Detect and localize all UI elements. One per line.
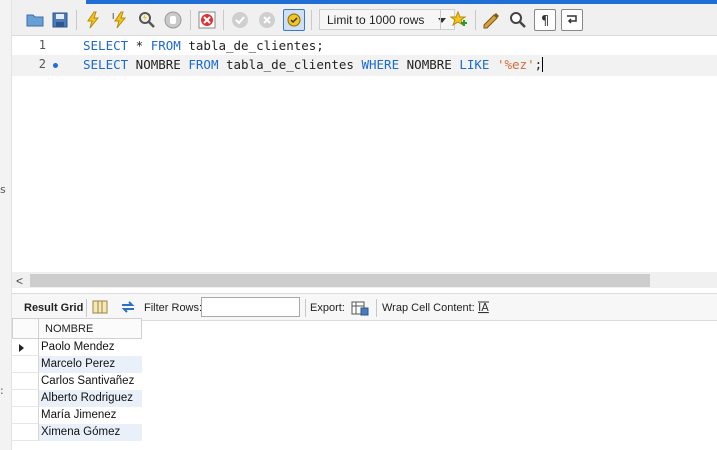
table-cell[interactable]: Paolo Mendez	[39, 339, 142, 356]
text-cursor	[542, 57, 544, 72]
result-grid-tab[interactable]: Result Grid	[24, 302, 83, 314]
svg-text:IA: IA	[478, 301, 489, 314]
string-literal: '%ez'	[496, 57, 535, 72]
current-row-pointer-icon	[19, 344, 24, 352]
line-number: 1	[38, 38, 46, 52]
row-header[interactable]	[12, 390, 39, 407]
statement-marker-icon	[53, 63, 58, 68]
explain-icon[interactable]	[136, 9, 158, 31]
row-header[interactable]	[12, 356, 39, 373]
grid-header-row: NOMBRE	[12, 318, 142, 339]
rollback-icon[interactable]	[256, 9, 278, 31]
export-label: Export:	[310, 302, 345, 314]
query-toolbar: I Limit to 1000 rows ¶	[12, 0, 717, 36]
editor-horizontal-scrollbar[interactable]: <	[12, 272, 717, 288]
find-icon[interactable]	[507, 9, 529, 31]
toolbar-separator	[86, 299, 87, 317]
table-cell[interactable]: María Jimenez	[39, 407, 142, 424]
execute-current-icon[interactable]: I	[109, 9, 131, 31]
keyword: FROM	[188, 57, 219, 72]
chevron-left-icon[interactable]: <	[16, 274, 23, 288]
commit-icon[interactable]	[229, 9, 251, 31]
code-line: SELECT * FROM tabla_de_clientes;	[83, 38, 324, 53]
limit-rows-select[interactable]: Limit to 1000 rows	[319, 9, 455, 30]
table-row[interactable]: Paolo Mendez	[12, 339, 142, 356]
code-line: SELECT NOMBRE FROM tabla_de_clientes WHE…	[83, 57, 544, 72]
side-panel-text: :	[0, 384, 4, 397]
code-text: NOMBRE	[399, 57, 460, 72]
toolbar-separator	[223, 10, 224, 30]
wrap-cell-content-label: Wrap Cell Content:	[382, 302, 475, 314]
grid-layout-icon[interactable]	[92, 299, 110, 317]
toolbar-separator	[311, 10, 312, 30]
row-header[interactable]	[12, 407, 39, 424]
toolbar-separator	[475, 10, 476, 30]
column-header-nombre[interactable]: NOMBRE	[45, 323, 93, 335]
editor-line: 1 SELECT * FROM tabla_de_clientes;	[12, 36, 717, 57]
table-cell[interactable]: Marcelo Perez	[39, 356, 142, 373]
code-text: tabla_de_clientes	[218, 57, 362, 72]
invisible-chars-icon[interactable]: ¶	[534, 9, 556, 31]
wrap-lines-icon[interactable]	[561, 9, 583, 31]
stop-icon[interactable]	[162, 9, 184, 31]
svg-text:¶: ¶	[541, 14, 549, 27]
table-row[interactable]: Alberto Rodriguez	[12, 390, 142, 407]
table-cell[interactable]: Carlos Santivañez	[39, 373, 142, 390]
export-icon[interactable]	[351, 299, 369, 317]
table-row[interactable]: Marcelo Perez	[12, 356, 142, 373]
row-header[interactable]	[12, 339, 39, 356]
save-icon[interactable]	[49, 9, 71, 31]
code-text: ;	[534, 57, 543, 72]
autocommit-icon[interactable]	[283, 9, 305, 31]
add-snippet-icon[interactable]	[448, 9, 470, 31]
table-row[interactable]: María Jimenez	[12, 407, 142, 424]
wrap-cell-icon[interactable]: IA	[477, 299, 495, 317]
toolbar-separator	[305, 299, 306, 317]
table-row[interactable]: Carlos Santivañez	[12, 373, 142, 390]
grid-corner	[13, 319, 39, 338]
beautify-icon[interactable]	[480, 9, 502, 31]
toggle-error-icon[interactable]	[196, 9, 218, 31]
sql-editor[interactable]: 1 SELECT * FROM tabla_de_clientes; 2 SEL…	[12, 36, 717, 272]
editor-line-current: 2 SELECT NOMBRE FROM tabla_de_clientes W…	[12, 55, 717, 76]
keyword: WHERE	[361, 57, 400, 72]
code-text: *	[128, 38, 151, 53]
code-text: tabla_de_clientes;	[180, 38, 324, 53]
table-cell[interactable]: Ximena Gómez	[39, 424, 142, 441]
code-text: NOMBRE	[128, 57, 189, 72]
toolbar-separator	[76, 10, 77, 30]
keyword: SELECT	[83, 38, 129, 53]
table-row[interactable]: Ximena Gómez	[12, 424, 142, 441]
open-folder-icon[interactable]	[24, 9, 46, 31]
refresh-icon[interactable]	[119, 299, 137, 317]
execute-icon[interactable]	[82, 9, 104, 31]
keyword: FROM	[150, 38, 181, 53]
line-number: 2	[38, 57, 46, 71]
scrollbar-thumb[interactable]	[30, 274, 650, 287]
toolbar-accent-bar	[86, 0, 717, 4]
row-header[interactable]	[12, 424, 39, 441]
toolbar-separator	[190, 10, 191, 30]
limit-rows-value: Limit to 1000 rows	[327, 12, 425, 27]
svg-text:I: I	[112, 12, 114, 21]
toolbar-separator	[376, 299, 377, 317]
result-toolbar: Result Grid Filter Rows: Export: Wrap Ce…	[12, 293, 717, 321]
keyword: SELECT	[83, 57, 129, 72]
keyword: LIKE	[459, 57, 490, 72]
toolbar-separator	[440, 10, 441, 30]
sql-editor-window: s : I Limit to 1000 rows ¶ 1 SELECT * FR…	[0, 0, 717, 450]
left-side-panel: s :	[0, 0, 12, 450]
row-header[interactable]	[12, 373, 39, 390]
filter-rows-label: Filter Rows:	[144, 302, 203, 314]
side-panel-text: s	[0, 183, 6, 196]
table-cell[interactable]: Alberto Rodriguez	[39, 390, 142, 407]
filter-rows-input[interactable]	[201, 297, 300, 317]
